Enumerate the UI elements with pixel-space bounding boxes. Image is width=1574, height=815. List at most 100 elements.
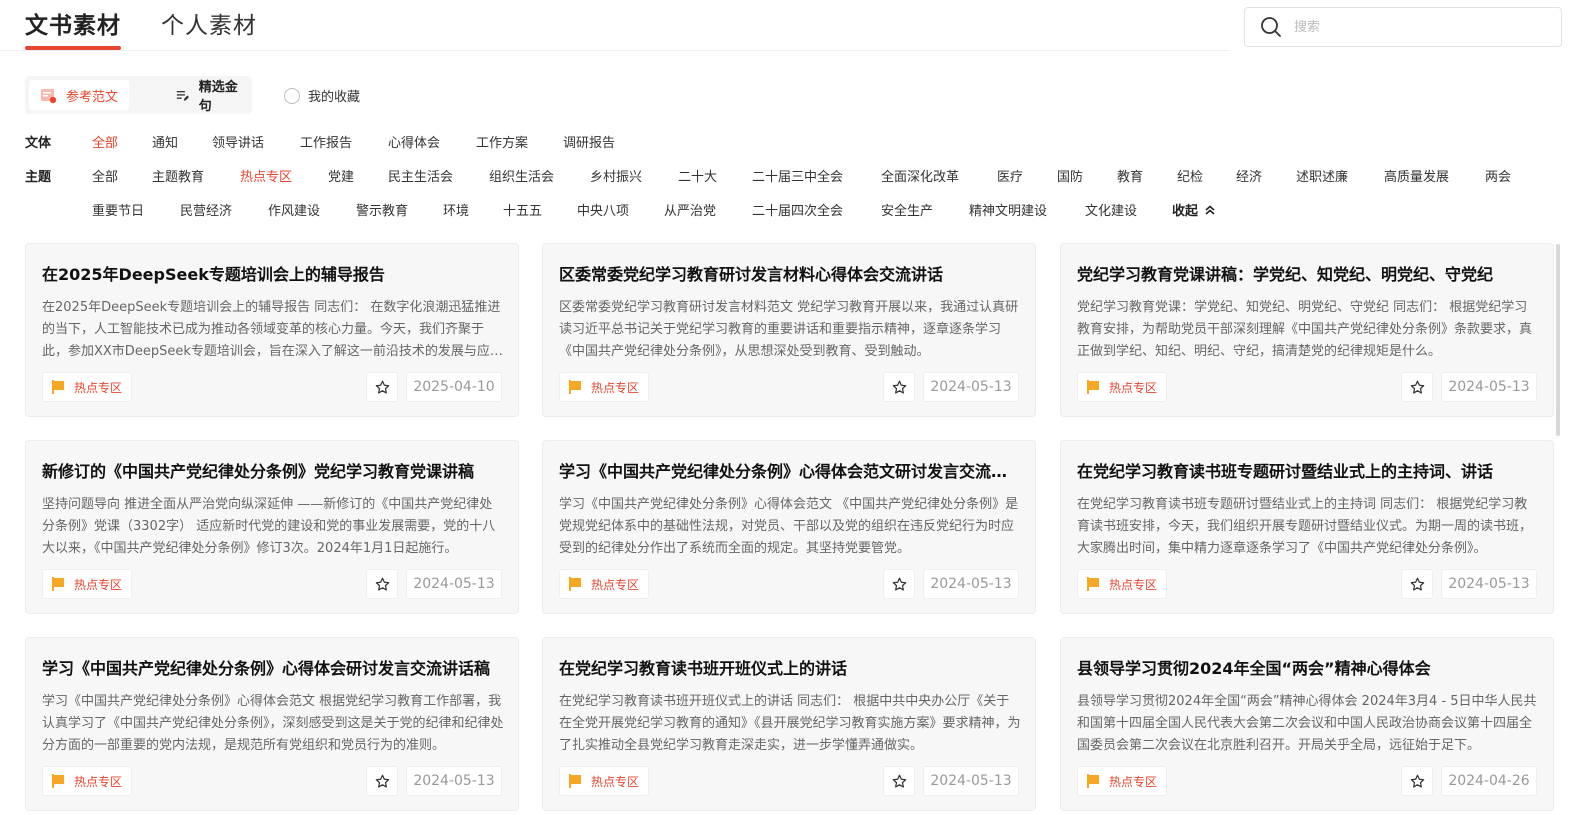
- topic-filter-option[interactable]: 乡村振兴: [590, 166, 642, 185]
- favorite-button[interactable]: [883, 766, 915, 796]
- topic-filter-option[interactable]: 国防: [1057, 166, 1083, 185]
- favorite-button[interactable]: [366, 372, 398, 402]
- article-summary: 区委常委党纪学习教育研讨发言材料范文 党纪学习教育开展以来，我通过认真研读习近平…: [559, 300, 1019, 359]
- topic-tag-label: 热点专区: [74, 380, 123, 395]
- topic-filter-option[interactable]: 重要节日: [92, 200, 144, 219]
- search-box[interactable]: [1244, 7, 1562, 47]
- topic-filter-option[interactable]: 纪检: [1177, 166, 1203, 185]
- article-title[interactable]: 县领导学习贯彻2024年全国“两会”精神心得体会: [1077, 655, 1539, 679]
- article-card[interactable]: 在党纪学习教育读书班专题研讨暨结业式上的主持词、讲话 在党纪学习教育读书班专题研讨…: [1060, 440, 1554, 614]
- topic-filter-label: 主题: [25, 170, 52, 185]
- type-filter-option[interactable]: 通知: [152, 132, 178, 151]
- topic-filter-option[interactable]: 安全生产: [881, 200, 933, 219]
- topic-tag[interactable]: 热点专区: [559, 569, 650, 599]
- favorite-button[interactable]: [1401, 766, 1433, 796]
- list-edit-icon: [176, 90, 189, 101]
- publish-date: 2024-05-13: [923, 372, 1019, 402]
- topic-filter-option[interactable]: 组织生活会: [489, 166, 554, 185]
- tab-document-materials[interactable]: 文书素材: [25, 6, 121, 40]
- topic-filter-option[interactable]: 十五五: [503, 200, 542, 219]
- favorite-button[interactable]: [366, 569, 398, 599]
- type-filter-option[interactable]: 领导讲话: [212, 132, 264, 151]
- article-title[interactable]: 学习《中国共产党纪律处分条例》心得体会研讨发言交流讲话稿: [42, 655, 504, 679]
- article-title[interactable]: 区委常委党纪学习教育研讨发言材料心得体会交流讲话: [559, 261, 1021, 285]
- topic-filter-option[interactable]: 民营经济: [180, 200, 232, 219]
- topic-filter-option[interactable]: 民主生活会: [388, 166, 453, 185]
- topic-filter-option[interactable]: 作风建设: [268, 200, 320, 219]
- topic-filter-option[interactable]: 经济: [1236, 166, 1262, 185]
- publish-date: 2024-04-26: [1441, 766, 1537, 796]
- topic-filter-option[interactable]: 从严治党: [664, 200, 716, 219]
- topic-filter-option[interactable]: 高质量发展: [1384, 166, 1449, 185]
- favorites-label: 我的收藏: [308, 90, 361, 105]
- topic-filter-option[interactable]: 二十大: [678, 166, 717, 185]
- search-input[interactable]: [1294, 19, 1534, 35]
- type-filter-option[interactable]: 工作方案: [476, 132, 528, 151]
- article-summary: 在2025年DeepSeek专题培训会上的辅导报告 同志们： 在数字化浪潮迅猛推…: [42, 300, 501, 359]
- favorite-button[interactable]: [883, 569, 915, 599]
- topic-tag[interactable]: 热点专区: [1077, 569, 1168, 599]
- topic-tag-label: 热点专区: [74, 774, 123, 789]
- star-icon: [375, 577, 389, 591]
- type-filter-option[interactable]: 工作报告: [300, 132, 352, 151]
- type-filter-option[interactable]: 全部: [92, 132, 118, 151]
- article-title[interactable]: 新修订的《中国共产党纪律处分条例》党纪学习教育党课讲稿: [42, 458, 504, 482]
- document-icon: [41, 88, 57, 103]
- collapse-filters-button[interactable]: 收起: [1172, 200, 1216, 219]
- article-card[interactable]: 学习《中国共产党纪律处分条例》心得体会范文研讨发言交流讲话 学习《中国共产党纪律处…: [542, 440, 1036, 614]
- article-title[interactable]: 党纪学习教育党课讲稿：学党纪、知党纪、明党纪、守党纪: [1077, 261, 1539, 285]
- topic-filter-option[interactable]: 两会: [1485, 166, 1511, 185]
- article-card[interactable]: 党纪学习教育党课讲稿：学党纪、知党纪、明党纪、守党纪 党纪学习教育党课：学党纪、知…: [1060, 243, 1554, 417]
- favorites-radio[interactable]: [284, 87, 300, 104]
- type-filter-option[interactable]: 调研报告: [563, 132, 615, 151]
- topic-filter-option[interactable]: 党建: [328, 166, 354, 185]
- bookmark-icon: [569, 774, 581, 788]
- topic-tag[interactable]: 热点专区: [42, 569, 133, 599]
- topic-tag[interactable]: 热点专区: [1077, 372, 1168, 402]
- article-card[interactable]: 在2025年DeepSeek专题培训会上的辅导报告在2025年DeepSeek专…: [25, 243, 519, 417]
- topic-filter-option[interactable]: 精神文明建设: [969, 200, 1047, 219]
- topic-tag[interactable]: 热点专区: [42, 372, 133, 402]
- topic-tag-label: 热点专区: [1109, 380, 1158, 395]
- article-title[interactable]: 在党纪学习教育读书班专题研讨暨结业式上的主持词、讲话: [1077, 458, 1539, 482]
- topic-filter-option[interactable]: 中央八项: [577, 200, 629, 219]
- topic-filter-option[interactable]: 热点专区: [240, 166, 292, 185]
- segment-selected-quotes[interactable]: 精选金句: [165, 80, 252, 114]
- topic-filter-option[interactable]: 文化建设: [1085, 200, 1137, 219]
- topic-filter-option[interactable]: 二十届四次全会: [752, 200, 843, 219]
- article-card[interactable]: 在党纪学习教育读书班开班仪式上的讲话 在党纪学习教育读书班开班仪式上的讲话 同志们…: [542, 637, 1036, 811]
- topic-filter-option[interactable]: 教育: [1117, 166, 1143, 185]
- type-filter-option[interactable]: 心得体会: [388, 132, 440, 151]
- topic-filter-option[interactable]: 主题教育: [152, 166, 204, 185]
- topic-filter-option[interactable]: 警示教育: [356, 200, 408, 219]
- article-card[interactable]: 学习《中国共产党纪律处分条例》心得体会研讨发言交流讲话稿 学习《中国共产党纪律处分…: [25, 637, 519, 811]
- topic-filter-option[interactable]: 二十届三中全会: [752, 166, 843, 185]
- my-favorites-toggle[interactable]: 我的收藏: [284, 86, 360, 105]
- topic-tag[interactable]: 热点专区: [559, 372, 650, 402]
- favorite-button[interactable]: [1401, 569, 1433, 599]
- topic-tag[interactable]: 热点专区: [559, 766, 650, 796]
- topic-filter-option[interactable]: 全面深化改革: [881, 166, 959, 185]
- topic-filter-option[interactable]: 全部: [92, 166, 118, 185]
- article-card[interactable]: 新修订的《中国共产党纪律处分条例》党纪学习教育党课讲稿 坚持问题导向 推进全面从严…: [25, 440, 519, 614]
- article-title[interactable]: 在2025年DeepSeek专题培训会上的辅导报告: [42, 261, 504, 285]
- star-icon: [375, 380, 389, 394]
- topic-tag[interactable]: 热点专区: [1077, 766, 1168, 796]
- segment-selected-quotes-label: 精选金句: [198, 80, 238, 114]
- article-title[interactable]: 在党纪学习教育读书班开班仪式上的讲话: [559, 655, 1021, 679]
- search-icon[interactable]: [1260, 16, 1282, 38]
- article-card[interactable]: 县领导学习贯彻2024年全国“两会”精神心得体会 县领导学习贯彻2024年全国“两…: [1060, 637, 1554, 811]
- scrollbar-thumb[interactable]: [1556, 244, 1560, 436]
- article-title[interactable]: 学习《中国共产党纪律处分条例》心得体会范文研讨发言交流讲话: [559, 458, 1021, 482]
- topic-filter-option[interactable]: 环境: [443, 200, 469, 219]
- topic-tag[interactable]: 热点专区: [42, 766, 133, 796]
- favorite-button[interactable]: [883, 372, 915, 402]
- tab-personal-materials[interactable]: 个人素材: [161, 6, 257, 40]
- favorite-button[interactable]: [1401, 372, 1433, 402]
- article-card[interactable]: 区委常委党纪学习教育研讨发言材料心得体会交流讲话区委常委党纪学习教育研讨发言材料…: [542, 243, 1036, 417]
- favorite-button[interactable]: [366, 766, 398, 796]
- topic-filter-option[interactable]: 述职述廉: [1296, 166, 1348, 185]
- segment-reference-essays[interactable]: 参考范文: [29, 80, 130, 110]
- topic-tag-label: 热点专区: [591, 380, 640, 395]
- topic-filter-option[interactable]: 医疗: [997, 166, 1023, 185]
